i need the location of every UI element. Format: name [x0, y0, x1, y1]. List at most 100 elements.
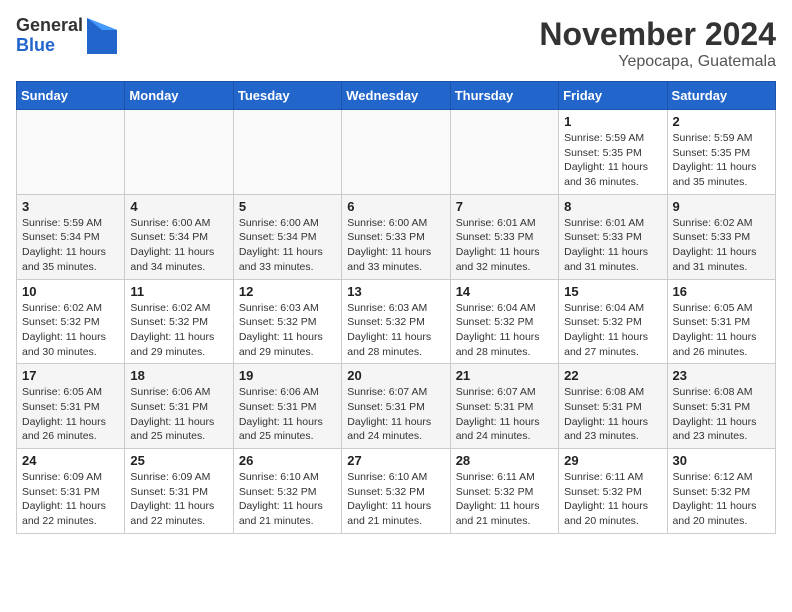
- calendar-cell: [125, 110, 233, 195]
- day-number: 15: [564, 284, 661, 299]
- day-info: Sunrise: 6:09 AM Sunset: 5:31 PM Dayligh…: [130, 470, 227, 529]
- calendar-cell: 6Sunrise: 6:00 AM Sunset: 5:33 PM Daylig…: [342, 194, 450, 279]
- day-info: Sunrise: 6:07 AM Sunset: 5:31 PM Dayligh…: [456, 385, 553, 444]
- weekday-header-saturday: Saturday: [667, 82, 775, 110]
- day-number: 20: [347, 368, 444, 383]
- day-info: Sunrise: 6:01 AM Sunset: 5:33 PM Dayligh…: [456, 216, 553, 275]
- page-subtitle: Yepocapa, Guatemala: [539, 53, 776, 71]
- day-info: Sunrise: 6:06 AM Sunset: 5:31 PM Dayligh…: [239, 385, 336, 444]
- calendar-header: SundayMondayTuesdayWednesdayThursdayFrid…: [17, 82, 776, 110]
- day-info: Sunrise: 6:00 AM Sunset: 5:34 PM Dayligh…: [239, 216, 336, 275]
- calendar-cell: 27Sunrise: 6:10 AM Sunset: 5:32 PM Dayli…: [342, 449, 450, 534]
- calendar-cell: 8 Sunrise: 6:01 AM Sunset: 5:33 PM Daylig…: [559, 194, 667, 279]
- page-header: General Blue November 2024 Yepocapa, Gua…: [16, 16, 776, 71]
- day-number: 9: [673, 199, 770, 214]
- calendar-cell: 7Sunrise: 6:01 AM Sunset: 5:33 PM Daylig…: [450, 194, 558, 279]
- calendar-cell: 14 Sunrise: 6:04 AM Sunset: 5:32 PM Dayli…: [450, 279, 558, 364]
- calendar-cell: 16Sunrise: 6:05 AM Sunset: 5:31 PM Dayli…: [667, 279, 775, 364]
- day-info: Sunrise: 6:11 AM Sunset: 5:32 PM Dayligh…: [564, 470, 661, 529]
- day-info: Sunrise: 6:00 AM Sunset: 5:33 PM Dayligh…: [347, 216, 444, 275]
- calendar-cell: 11Sunrise: 6:02 AM Sunset: 5:32 PM Dayli…: [125, 279, 233, 364]
- calendar-cell: 1 Sunrise: 5:59 AM Sunset: 5:35 PM Daylig…: [559, 110, 667, 195]
- calendar-cell: 24 Sunrise: 6:09 AM Sunset: 5:31 PM Dayli…: [17, 449, 125, 534]
- day-info: Sunrise: 6:04 AM Sunset: 5:32 PM Dayligh…: [456, 301, 553, 360]
- week-row-2: 3 Sunrise: 5:59 AM Sunset: 5:34 PM Daylig…: [17, 194, 776, 279]
- day-number: 21: [456, 368, 553, 383]
- day-info: Sunrise: 5:59 AM Sunset: 5:35 PM Dayligh…: [564, 131, 661, 190]
- day-info: Sunrise: 6:03 AM Sunset: 5:32 PM Dayligh…: [347, 301, 444, 360]
- day-number: 30: [673, 453, 770, 468]
- day-info: Sunrise: 5:59 AM Sunset: 5:34 PM Dayligh…: [22, 216, 119, 275]
- weekday-header-thursday: Thursday: [450, 82, 558, 110]
- day-info: Sunrise: 6:08 AM Sunset: 5:31 PM Dayligh…: [673, 385, 770, 444]
- logo-icon: [87, 18, 117, 54]
- calendar-cell: 13Sunrise: 6:03 AM Sunset: 5:32 PM Dayli…: [342, 279, 450, 364]
- calendar-cell: 19 Sunrise: 6:06 AM Sunset: 5:31 PM Dayli…: [233, 364, 341, 449]
- calendar-cell: [17, 110, 125, 195]
- calendar-cell: 20Sunrise: 6:07 AM Sunset: 5:31 PM Dayli…: [342, 364, 450, 449]
- day-number: 24: [22, 453, 119, 468]
- day-info: Sunrise: 6:09 AM Sunset: 5:31 PM Dayligh…: [22, 470, 119, 529]
- day-number: 23: [673, 368, 770, 383]
- calendar-body: 1 Sunrise: 5:59 AM Sunset: 5:35 PM Daylig…: [17, 110, 776, 534]
- weekday-header-monday: Monday: [125, 82, 233, 110]
- week-row-5: 24 Sunrise: 6:09 AM Sunset: 5:31 PM Dayli…: [17, 449, 776, 534]
- calendar-cell: 21 Sunrise: 6:07 AM Sunset: 5:31 PM Dayli…: [450, 364, 558, 449]
- calendar-cell: 30Sunrise: 6:12 AM Sunset: 5:32 PM Dayli…: [667, 449, 775, 534]
- day-number: 18: [130, 368, 227, 383]
- calendar-cell: 29 Sunrise: 6:11 AM Sunset: 5:32 PM Dayli…: [559, 449, 667, 534]
- day-number: 3: [22, 199, 119, 214]
- day-number: 19: [239, 368, 336, 383]
- logo-text: General Blue: [16, 16, 83, 56]
- calendar-cell: [450, 110, 558, 195]
- day-number: 28: [456, 453, 553, 468]
- day-info: Sunrise: 6:06 AM Sunset: 5:31 PM Dayligh…: [130, 385, 227, 444]
- day-number: 29: [564, 453, 661, 468]
- week-row-1: 1 Sunrise: 5:59 AM Sunset: 5:35 PM Daylig…: [17, 110, 776, 195]
- week-row-4: 17Sunrise: 6:05 AM Sunset: 5:31 PM Dayli…: [17, 364, 776, 449]
- logo-general: General: [16, 16, 83, 36]
- calendar-cell: 23 Sunrise: 6:08 AM Sunset: 5:31 PM Dayli…: [667, 364, 775, 449]
- calendar-cell: 3 Sunrise: 5:59 AM Sunset: 5:34 PM Daylig…: [17, 194, 125, 279]
- calendar-cell: 26 Sunrise: 6:10 AM Sunset: 5:32 PM Dayli…: [233, 449, 341, 534]
- logo: General Blue: [16, 16, 117, 56]
- week-row-3: 10Sunrise: 6:02 AM Sunset: 5:32 PM Dayli…: [17, 279, 776, 364]
- day-info: Sunrise: 6:03 AM Sunset: 5:32 PM Dayligh…: [239, 301, 336, 360]
- weekday-header-sunday: Sunday: [17, 82, 125, 110]
- day-info: Sunrise: 6:10 AM Sunset: 5:32 PM Dayligh…: [347, 470, 444, 529]
- calendar-cell: 12 Sunrise: 6:03 AM Sunset: 5:32 PM Dayli…: [233, 279, 341, 364]
- weekday-header-wednesday: Wednesday: [342, 82, 450, 110]
- calendar-cell: 9 Sunrise: 6:02 AM Sunset: 5:33 PM Daylig…: [667, 194, 775, 279]
- day-number: 22: [564, 368, 661, 383]
- day-info: Sunrise: 6:02 AM Sunset: 5:33 PM Dayligh…: [673, 216, 770, 275]
- day-number: 8: [564, 199, 661, 214]
- day-number: 26: [239, 453, 336, 468]
- day-info: Sunrise: 5:59 AM Sunset: 5:35 PM Dayligh…: [673, 131, 770, 190]
- day-number: 12: [239, 284, 336, 299]
- day-number: 4: [130, 199, 227, 214]
- day-info: Sunrise: 6:01 AM Sunset: 5:33 PM Dayligh…: [564, 216, 661, 275]
- calendar-cell: 4 Sunrise: 6:00 AM Sunset: 5:34 PM Daylig…: [125, 194, 233, 279]
- day-number: 11: [130, 284, 227, 299]
- day-number: 14: [456, 284, 553, 299]
- page-title: November 2024: [539, 16, 776, 53]
- calendar-cell: 15 Sunrise: 6:04 AM Sunset: 5:32 PM Dayli…: [559, 279, 667, 364]
- day-info: Sunrise: 6:11 AM Sunset: 5:32 PM Dayligh…: [456, 470, 553, 529]
- logo-blue: Blue: [16, 36, 83, 56]
- weekday-header-tuesday: Tuesday: [233, 82, 341, 110]
- day-info: Sunrise: 6:10 AM Sunset: 5:32 PM Dayligh…: [239, 470, 336, 529]
- calendar-cell: [342, 110, 450, 195]
- day-number: 2: [673, 114, 770, 129]
- calendar-cell: 5Sunrise: 6:00 AM Sunset: 5:34 PM Daylig…: [233, 194, 341, 279]
- calendar-cell: 17Sunrise: 6:05 AM Sunset: 5:31 PM Dayli…: [17, 364, 125, 449]
- day-info: Sunrise: 6:04 AM Sunset: 5:32 PM Dayligh…: [564, 301, 661, 360]
- calendar-cell: 10Sunrise: 6:02 AM Sunset: 5:32 PM Dayli…: [17, 279, 125, 364]
- calendar-cell: 18 Sunrise: 6:06 AM Sunset: 5:31 PM Dayli…: [125, 364, 233, 449]
- day-info: Sunrise: 6:05 AM Sunset: 5:31 PM Dayligh…: [673, 301, 770, 360]
- day-info: Sunrise: 6:00 AM Sunset: 5:34 PM Dayligh…: [130, 216, 227, 275]
- calendar-cell: [233, 110, 341, 195]
- title-block: November 2024 Yepocapa, Guatemala: [539, 16, 776, 71]
- day-info: Sunrise: 6:02 AM Sunset: 5:32 PM Dayligh…: [22, 301, 119, 360]
- day-number: 25: [130, 453, 227, 468]
- day-number: 1: [564, 114, 661, 129]
